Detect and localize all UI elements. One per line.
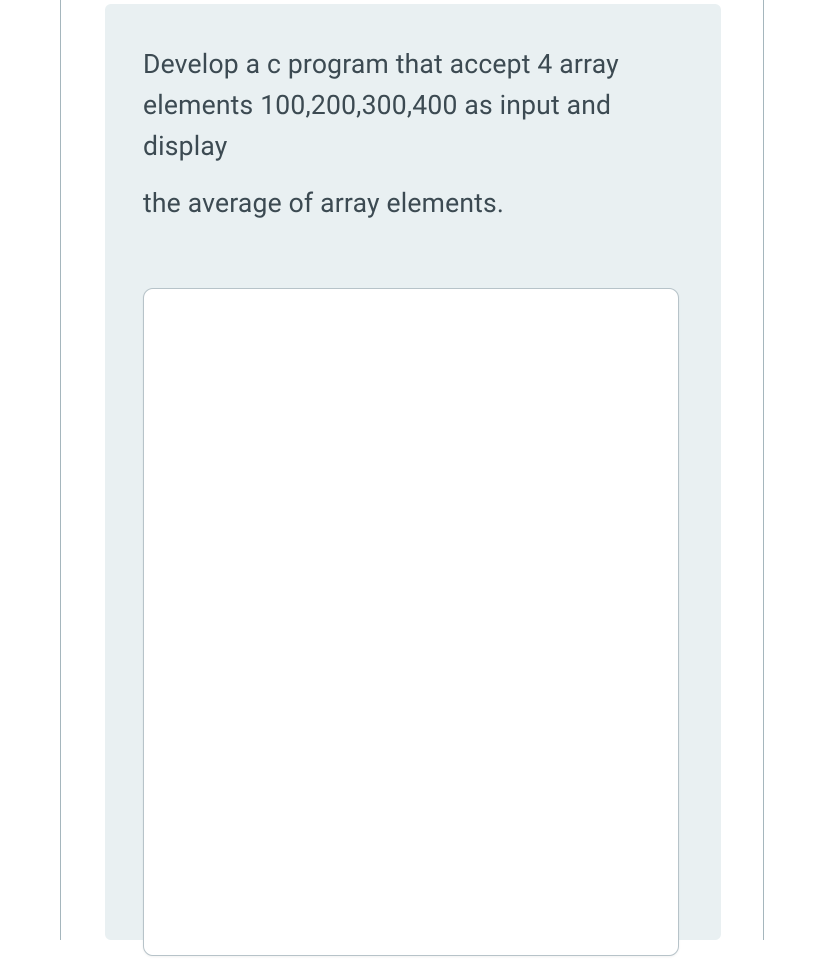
question-card: Develop a c program that accept 4 array …: [105, 4, 721, 940]
question-paragraph-2: the average of array elements.: [143, 183, 683, 224]
answer-input[interactable]: [143, 288, 679, 956]
question-text: Develop a c program that accept 4 array …: [143, 44, 683, 224]
question-paragraph-1: Develop a c program that accept 4 array …: [143, 44, 683, 167]
